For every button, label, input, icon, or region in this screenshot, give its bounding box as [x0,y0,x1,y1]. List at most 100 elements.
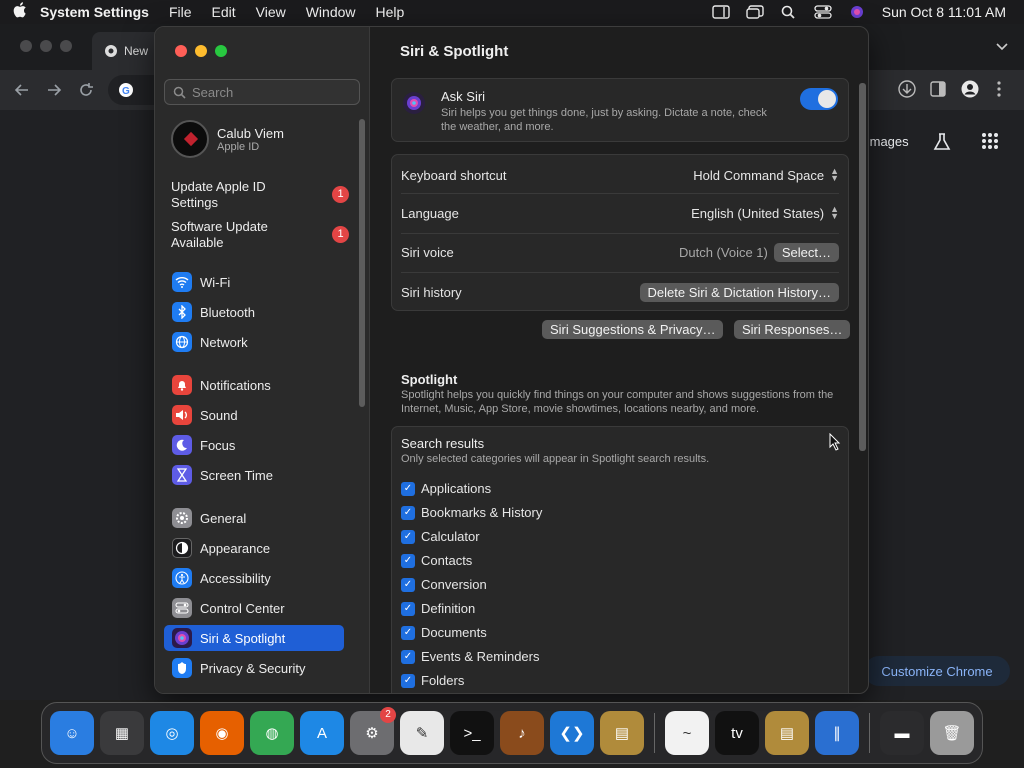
menubar-clock[interactable]: Sun Oct 8 11:01 AM [882,4,1006,20]
chrome-menu-icon[interactable] [996,80,1002,98]
sidebar-item-accessibility[interactable]: Accessibility [164,565,344,591]
garageband-icon[interactable]: ♪ [500,711,544,755]
apple-id-account[interactable]: Calub Viem Apple ID [171,120,284,158]
firefox-icon[interactable]: ◉ [200,711,244,755]
downloads-icon[interactable] [898,80,916,98]
zoom-window-button[interactable] [215,45,227,57]
labs-flask-icon[interactable] [932,132,952,152]
category-checkbox[interactable]: ✓ Folders [401,673,464,688]
menu-help[interactable]: Help [376,4,405,20]
siri-icon [172,628,192,648]
sidebar-item-network[interactable]: Network [164,329,344,355]
close-window-button[interactable] [175,45,187,57]
checkmark-icon: ✓ [401,577,415,592]
siri-menu-icon[interactable] [848,5,866,19]
chrome-icon[interactable]: ◍ [250,711,294,755]
category-checkbox[interactable]: ✓ Documents [401,625,487,640]
back-arrow-icon[interactable] [14,82,30,98]
spotlight-description: Spotlight helps you quickly find things … [401,389,834,415]
ask-siri-toggle[interactable] [800,88,838,110]
tab-search-chevron-icon[interactable] [996,42,1008,52]
stage-manager-icon[interactable] [712,5,730,19]
settings-search-field[interactable] [164,79,360,105]
menu-edit[interactable]: Edit [212,4,236,20]
delete-siri-history-button[interactable]: Delete Siri & Dictation History… [639,282,839,302]
vscode-icon[interactable]: ❮❯ [550,711,594,755]
content-scrollbar[interactable] [859,83,866,451]
parallels-icon[interactable]: ∥ [815,711,859,755]
category-checkbox[interactable]: ✓ Events & Reminders [401,649,540,664]
siri-suggestions-privacy-button[interactable]: Siri Suggestions & Privacy… [542,320,724,339]
menu-file[interactable]: File [169,4,192,20]
profile-icon[interactable] [961,80,979,98]
archive-utility-icon[interactable]: ▤ [600,711,644,755]
google-apps-icon[interactable] [981,132,999,150]
category-label: Folders [421,673,465,688]
sidebar-item-focus[interactable]: Focus [164,432,344,458]
dock-badge: 2 [380,707,396,723]
sidebar-item-wifi[interactable]: Wi-Fi [164,269,344,295]
finder-icon[interactable]: ☺ [50,711,94,755]
sidebar-item-control-center[interactable]: Control Center [164,595,344,621]
keyboard-shortcut-label: Keyboard shortcut [401,167,507,183]
side-panel-icon[interactable] [930,81,946,97]
minimize-window-button[interactable] [195,45,207,57]
software-update-notice[interactable]: Software Update Available 1 [171,219,351,251]
language-popup[interactable]: English (United States) ▲ ▼ [691,205,839,221]
category-checkbox[interactable]: ✓ Calculator [401,529,480,544]
reload-icon[interactable] [78,82,94,98]
sidebar-item-appearance[interactable]: Appearance [164,535,344,561]
keyboard-shortcut-popup[interactable]: Hold Command Space ▲ ▼ [693,167,839,183]
customize-chrome-button[interactable]: Customize Chrome [864,656,1010,686]
trash-icon[interactable]: 🗑 [930,711,974,755]
window-controls [175,45,227,57]
sidebar-item-screen-time[interactable]: Screen Time [164,462,344,488]
sidebar-item-privacy-security[interactable]: Privacy & Security [164,655,344,681]
category-checkbox[interactable]: ✓ Conversion [401,577,487,592]
launchpad-icon[interactable]: ▦ [100,711,144,755]
category-checkbox[interactable]: ✓ Bookmarks & History [401,505,542,520]
sidebar-item-siri-spotlight[interactable]: Siri & Spotlight [164,625,344,651]
category-checkbox[interactable]: ✓ Contacts [401,553,472,568]
screen-time-icon [172,465,192,485]
images-link[interactable]: Images [866,134,909,149]
update-apple-id-notice[interactable]: Update Apple ID Settings 1 [171,179,351,211]
sidebar-item-bluetooth[interactable]: Bluetooth [164,299,344,325]
sidebar-scrollbar[interactable] [359,119,365,407]
checkmark-icon: ✓ [401,601,415,616]
search-results-subtitle: Only selected categories will appear in … [401,453,710,465]
checkmark-icon: ✓ [401,529,415,544]
screen-mirroring-icon[interactable] [746,5,764,19]
minimized-window-icon[interactable]: ▬ [880,711,924,755]
ask-siri-description: Siri helps you get things done, just by … [441,107,767,133]
category-checkbox[interactable]: ✓ Definition [401,601,475,616]
category-checkbox[interactable]: ✓ Applications [401,481,491,496]
page-title: Siri & Spotlight [400,43,509,60]
sidebar-item-general[interactable]: General [164,505,344,531]
appearance-icon [172,538,192,558]
safari-icon[interactable]: ◎ [150,711,194,755]
menu-view[interactable]: View [256,4,286,20]
terminal-icon[interactable]: >_ [450,711,494,755]
sidebar-item-notifications[interactable]: Notifications [164,372,344,398]
spotlight-search-icon[interactable] [780,5,798,19]
sidebar-item-sound[interactable]: Sound [164,402,344,428]
apple-menu-icon[interactable] [0,2,40,22]
app-menu[interactable]: System Settings [40,4,149,20]
freeform-icon[interactable]: ~ [665,711,709,755]
sound-icon [172,405,192,425]
select-voice-button[interactable]: Select… [773,242,839,262]
siri-orb-icon [403,92,425,114]
system-settings-icon[interactable]: ⚙ 2 [350,707,396,755]
menu-window[interactable]: Window [306,4,356,20]
control-center-menu-icon[interactable] [814,5,832,19]
language-row: Language English (United States) ▲ ▼ [401,203,839,223]
archive-icon[interactable]: ▤ [765,711,809,755]
textedit-icon[interactable]: ✎ [400,711,444,755]
app-store-icon[interactable]: A [300,711,344,755]
search-input[interactable] [192,84,352,100]
forward-arrow-icon[interactable] [46,82,62,98]
chrome-favicon-icon [105,45,117,57]
apple-tv-icon[interactable]: tv [715,711,759,755]
siri-responses-button[interactable]: Siri Responses… [734,320,851,339]
